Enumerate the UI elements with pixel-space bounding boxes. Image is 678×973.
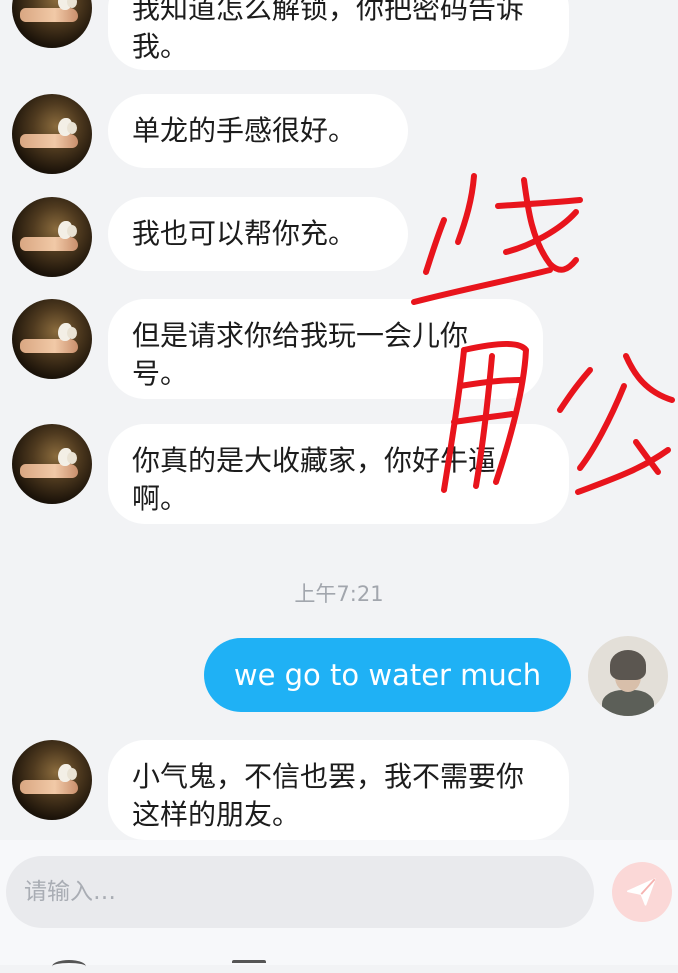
contact-avatar[interactable] — [12, 0, 92, 48]
message-text: 我知道怎么解锁，你把密码告诉我。 — [132, 0, 525, 63]
contact-avatar[interactable] — [12, 197, 92, 277]
my-avatar[interactable] — [588, 636, 668, 716]
incoming-message-bubble[interactable]: 你真的是大收藏家，你好牛逼啊。 — [108, 424, 569, 524]
incoming-message-bubble[interactable]: 单龙的手感很好。 — [108, 94, 408, 168]
message-text: we go to water much — [233, 658, 542, 692]
contact-avatar[interactable] — [12, 299, 92, 379]
toolbar-icon[interactable] — [232, 960, 266, 973]
timestamp: 上午7:21 — [294, 582, 384, 606]
message-text: 小气鬼，不信也罢，我不需要你这样的朋友。 — [132, 760, 525, 831]
contact-avatar[interactable] — [12, 94, 92, 174]
chat-area: 我知道怎么解锁，你把密码告诉我。 单龙的手感很好。 我也可以帮你充。 但是请求你… — [0, 0, 678, 840]
message-input-bar — [0, 840, 678, 965]
message-text: 但是请求你给我玩一会儿你号。 — [132, 319, 469, 390]
outgoing-message-bubble[interactable]: we go to water much — [204, 638, 571, 712]
incoming-message-bubble[interactable]: 小气鬼，不信也罢，我不需要你这样的朋友。 — [108, 740, 569, 840]
contact-avatar[interactable] — [12, 424, 92, 504]
message-text: 你真的是大收藏家，你好牛逼啊。 — [132, 444, 497, 515]
paper-plane-icon — [626, 878, 656, 906]
incoming-message-bubble[interactable]: 但是请求你给我玩一会儿你号。 — [108, 299, 543, 399]
toolbar-icon[interactable] — [52, 960, 86, 973]
send-button[interactable] — [612, 862, 672, 922]
message-text: 单龙的手感很好。 — [132, 114, 357, 147]
message-input[interactable] — [6, 856, 594, 928]
incoming-message-bubble[interactable]: 我知道怎么解锁，你把密码告诉我。 — [108, 0, 569, 70]
contact-avatar[interactable] — [12, 740, 92, 820]
incoming-message-bubble[interactable]: 我也可以帮你充。 — [108, 197, 408, 271]
message-text: 我也可以帮你充。 — [132, 217, 357, 250]
